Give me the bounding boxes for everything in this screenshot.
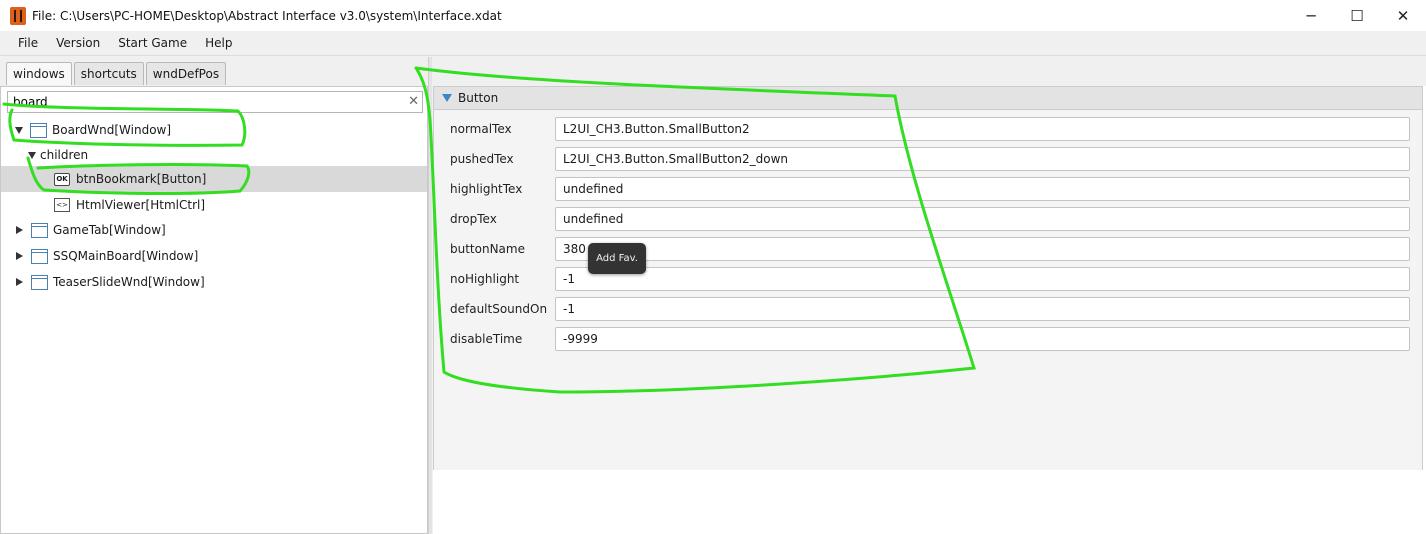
collapse-arrow-icon[interactable] [16, 226, 23, 234]
tab-strip: windows shortcuts wndDefPos [6, 62, 227, 85]
tree-item-gametab[interactable]: GameTab[Window] [1, 217, 427, 243]
window-icon [31, 248, 48, 264]
property-field-buttonname[interactable]: 380 [555, 237, 1410, 261]
tree-item-label: children [40, 148, 89, 162]
button-icon: OK [54, 172, 70, 186]
menu-version[interactable]: Version [47, 36, 109, 50]
search-input[interactable] [13, 95, 403, 109]
tree-item-label: BoardWnd[Window] [52, 123, 172, 137]
section-body: normalTex L2UI_CH3.Button.SmallButton2 p… [433, 110, 1423, 470]
app-icon [10, 6, 26, 25]
tree-item-boardwnd[interactable]: BoardWnd[Window] [1, 117, 427, 143]
html-ctrl-icon: <> [54, 198, 70, 212]
menu-help[interactable]: Help [196, 36, 241, 50]
property-label: highlightTex [450, 182, 523, 196]
title-bar: File: C:\Users\PC-HOME\Desktop\Abstract … [0, 0, 1426, 31]
clear-search-icon[interactable]: ✕ [408, 94, 419, 109]
expand-arrow-icon[interactable] [442, 94, 452, 102]
window-title: File: C:\Users\PC-HOME\Desktop\Abstract … [32, 8, 502, 23]
tab-windows[interactable]: windows [6, 62, 72, 85]
tree-item-label: TeaserSlideWnd[Window] [53, 275, 205, 289]
property-field-disabletime[interactable]: -9999 [555, 327, 1410, 351]
tree-item-label: btnBookmark[Button] [76, 172, 207, 186]
section-title: Button [458, 91, 499, 105]
tree-item-htmlviewer[interactable]: <> HtmlViewer[HtmlCtrl] [1, 192, 427, 218]
add-fav-tooltip: Add Fav. [588, 243, 646, 274]
property-row: defaultSoundOn -1 [434, 294, 1424, 324]
window-icon [31, 274, 48, 290]
property-label: defaultSoundOn [450, 302, 548, 316]
property-row: disableTime -9999 [434, 324, 1424, 354]
menu-start-game[interactable]: Start Game [109, 36, 196, 50]
expand-arrow-icon[interactable] [28, 151, 36, 159]
tree-item-children[interactable]: children [1, 142, 427, 168]
property-row: noHighlight -1 [434, 264, 1424, 294]
property-row: dropTex undefined [434, 204, 1424, 234]
property-label: noHighlight [450, 272, 520, 286]
tree-item-label: GameTab[Window] [53, 223, 166, 237]
expand-arrow-icon[interactable] [15, 126, 23, 134]
property-field-normaltex[interactable]: L2UI_CH3.Button.SmallButton2 [555, 117, 1410, 141]
tab-shortcuts[interactable]: shortcuts [73, 62, 144, 85]
property-field-highlighttex[interactable]: undefined [555, 177, 1410, 201]
window-icon [31, 222, 48, 238]
menu-bar: File Version Start Game Help [0, 31, 1426, 56]
property-row: pushedTex L2UI_CH3.Button.SmallButton2_d… [434, 144, 1424, 174]
minimize-button[interactable]: ─ [1288, 0, 1334, 31]
split-divider[interactable] [428, 57, 432, 534]
property-row: buttonName 380 [434, 234, 1424, 264]
tree-item-label: SSQMainBoard[Window] [53, 249, 199, 263]
property-field-nohighlight[interactable]: -1 [555, 267, 1410, 291]
maximize-button[interactable]: ☐ [1334, 0, 1380, 31]
tree-item-teaserslidewnd[interactable]: TeaserSlideWnd[Window] [1, 269, 427, 295]
tab-wnddefpos[interactable]: wndDefPos [145, 62, 227, 85]
property-label: normalTex [450, 122, 512, 136]
property-label: pushedTex [450, 152, 514, 166]
close-button[interactable]: ✕ [1380, 0, 1426, 31]
property-field-droptex[interactable]: undefined [555, 207, 1410, 231]
tree-item-label: HtmlViewer[HtmlCtrl] [76, 198, 206, 212]
property-label: dropTex [450, 212, 497, 226]
search-box: ✕ [7, 91, 423, 113]
collapse-arrow-icon[interactable] [16, 252, 23, 260]
tree-item-ssqmainboard[interactable]: SSQMainBoard[Window] [1, 243, 427, 269]
window-icon [30, 122, 47, 138]
section-header-button[interactable]: Button [433, 86, 1423, 110]
property-row: normalTex L2UI_CH3.Button.SmallButton2 [434, 114, 1424, 144]
property-row: highlightTex undefined [434, 174, 1424, 204]
collapse-arrow-icon[interactable] [16, 278, 23, 286]
tab-content: ✕ BoardWnd[Window] children OK btnBookma… [0, 86, 428, 534]
left-panel: windows shortcuts wndDefPos ✕ BoardWnd[W… [0, 57, 428, 534]
properties-panel: Button normalTex L2UI_CH3.Button.SmallBu… [433, 86, 1426, 534]
property-field-pushedtex[interactable]: L2UI_CH3.Button.SmallButton2_down [555, 147, 1410, 171]
property-field-defaultsoundon[interactable]: -1 [555, 297, 1410, 321]
tree-item-btnbookmark[interactable]: OK btnBookmark[Button] [1, 166, 427, 192]
window-controls: ─ ☐ ✕ [1288, 0, 1426, 31]
property-label: disableTime [450, 332, 523, 346]
menu-file[interactable]: File [9, 36, 47, 50]
property-label: buttonName [450, 242, 525, 256]
